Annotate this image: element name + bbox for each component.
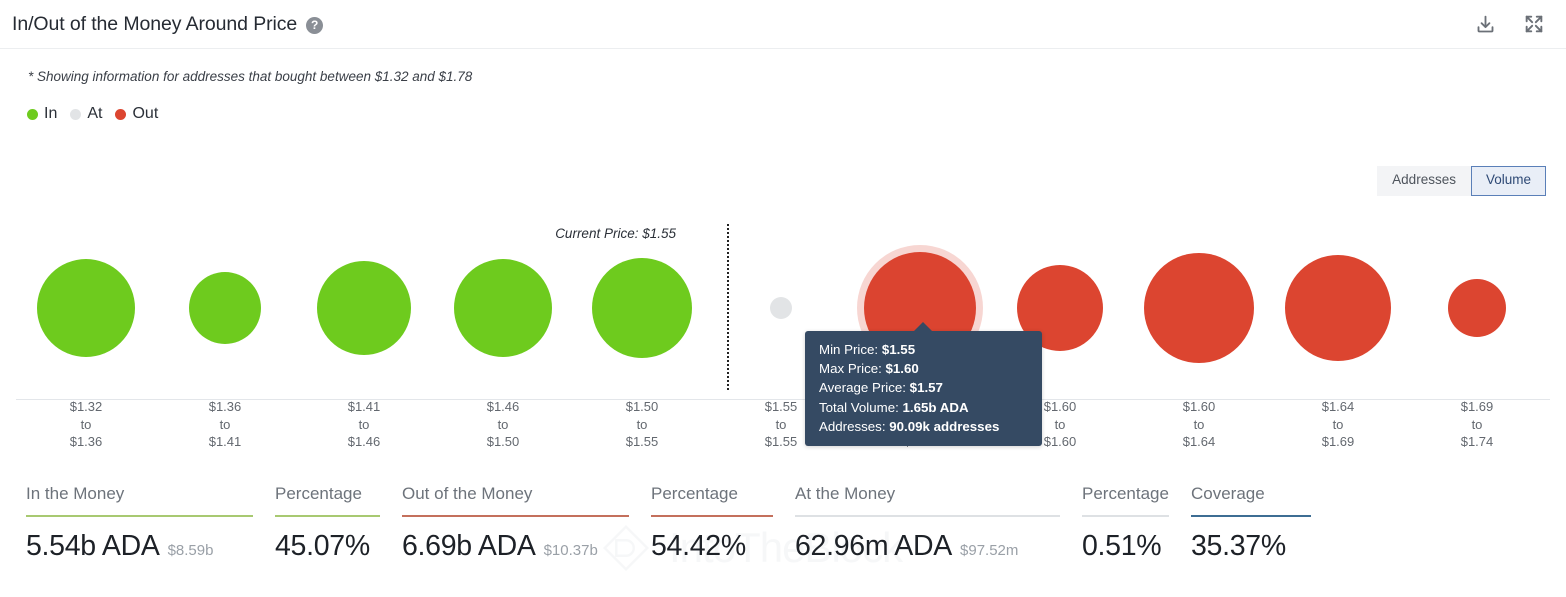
legend-item-at[interactable]: At [70,105,102,123]
x-axis-label-8: $1.60to$1.64 [1183,398,1216,451]
panel-header: In/Out of the Money Around Price ? [0,0,1566,49]
stat-subvalue: $8.59b [168,542,214,559]
stat-value-row: 35.37% [1191,517,1311,563]
page-title: In/Out of the Money Around Price [12,13,297,36]
bubble-in-1[interactable] [189,272,261,344]
x-axis-label-1: $1.36to$1.41 [209,398,242,451]
stat-value-row: 62.96m ADA $97.52m [795,517,1060,563]
x-axis-label-5: $1.55to$1.55 [765,398,798,451]
help-circle-icon[interactable]: ? [306,17,323,34]
x-axis-label-0: $1.32to$1.36 [70,398,103,451]
current-price-label: Current Price: $1.55 [555,226,676,241]
bubble-chart: IntoTheBlock Current Price: $1.55 [0,212,1566,400]
stat-label: Percentage [651,484,773,515]
toggle-volume-button[interactable]: Volume [1471,166,1546,196]
bubble-out-8[interactable] [1144,253,1254,363]
stat-value: 54.42% [651,530,746,563]
header-actions [1473,12,1546,36]
x-axis-label-4: $1.50to$1.55 [626,398,659,451]
stat-in-the-money: In the Money 5.54b ADA $8.59b [26,484,253,563]
bubble-out-9[interactable] [1285,255,1391,361]
legend-label-out: Out [132,105,158,123]
stat-value: 0.51% [1082,530,1161,563]
tooltip-row-2: Average Price: $1.57 [819,378,1030,397]
stat-label: At the Money [795,484,1060,515]
stat-value-row: 54.42% [651,517,773,563]
metric-toggle-group: Addresses Volume [1377,166,1546,196]
tooltip-row-4: Addresses: 90.09k addresses [819,417,1030,436]
title-group: In/Out of the Money Around Price ? [12,13,323,36]
bubble-in-0[interactable] [37,259,135,357]
legend-label-at: At [87,105,102,123]
stat-subvalue: $97.52m [960,542,1018,559]
x-axis-label-9: $1.64to$1.69 [1322,398,1355,451]
x-axis-label-3: $1.46to$1.50 [487,398,520,451]
chart-legend: In At Out [27,105,1566,123]
x-axis-label-10: $1.69to$1.74 [1461,398,1494,451]
current-price-line [727,224,729,390]
x-axis-labels: $1.32to$1.36 $1.36to$1.41 $1.41to$1.46 $1.4… [0,398,1566,460]
legend-item-in[interactable]: In [27,105,57,123]
stat-percentage: Percentage 0.51% [1082,484,1169,563]
stat-coverage: Coverage 35.37% [1191,484,1311,563]
download-icon[interactable] [1473,12,1497,36]
bubble-out-10[interactable] [1448,279,1506,337]
legend-dot-at-icon [70,109,81,120]
stat-value: 6.69b ADA [402,530,536,563]
stat-label: In the Money [26,484,253,515]
stat-value: 35.37% [1191,530,1286,563]
legend-dot-out-icon [115,109,126,120]
stat-value-row: 0.51% [1082,517,1169,563]
disclaimer-note: * Showing information for addresses that… [28,69,1566,84]
toggle-addresses-button[interactable]: Addresses [1377,166,1471,196]
bubble-tooltip: Min Price: $1.55Max Price: $1.60Average … [805,331,1042,446]
legend-dot-in-icon [27,109,38,120]
legend-label-in: In [44,105,57,123]
stat-value: 62.96m ADA [795,530,952,563]
tooltip-row-0: Min Price: $1.55 [819,340,1030,359]
tooltip-row-3: Total Volume: 1.65b ADA [819,398,1030,417]
stat-value: 45.07% [275,530,370,563]
stat-out-of-the-money: Out of the Money 6.69b ADA $10.37b [402,484,629,563]
stat-label: Out of the Money [402,484,629,515]
x-axis-label-2: $1.41to$1.46 [348,398,381,451]
stat-value-row: 45.07% [275,517,380,563]
fullscreen-icon[interactable] [1522,12,1546,36]
bubble-in-2[interactable] [317,261,411,355]
stat-value: 5.54b ADA [26,530,160,563]
legend-item-out[interactable]: Out [115,105,158,123]
bubble-in-4[interactable] [592,258,692,358]
summary-stats: In the Money 5.54b ADA $8.59b Percentage 45.… [0,484,1566,563]
stat-value-row: 5.54b ADA $8.59b [26,517,253,563]
stat-label: Coverage [1191,484,1311,515]
bubble-in-3[interactable] [454,259,552,357]
stat-label: Percentage [1082,484,1169,515]
stat-at-the-money: At the Money 62.96m ADA $97.52m [795,484,1060,563]
stat-percentage: Percentage 54.42% [651,484,773,563]
tooltip-row-1: Max Price: $1.60 [819,359,1030,378]
stat-subvalue: $10.37b [544,542,598,559]
stat-value-row: 6.69b ADA $10.37b [402,517,629,563]
x-axis-label-7: $1.60to$1.60 [1044,398,1077,451]
stat-label: Percentage [275,484,380,515]
stat-percentage: Percentage 45.07% [275,484,380,563]
bubble-at-5[interactable] [770,297,792,319]
